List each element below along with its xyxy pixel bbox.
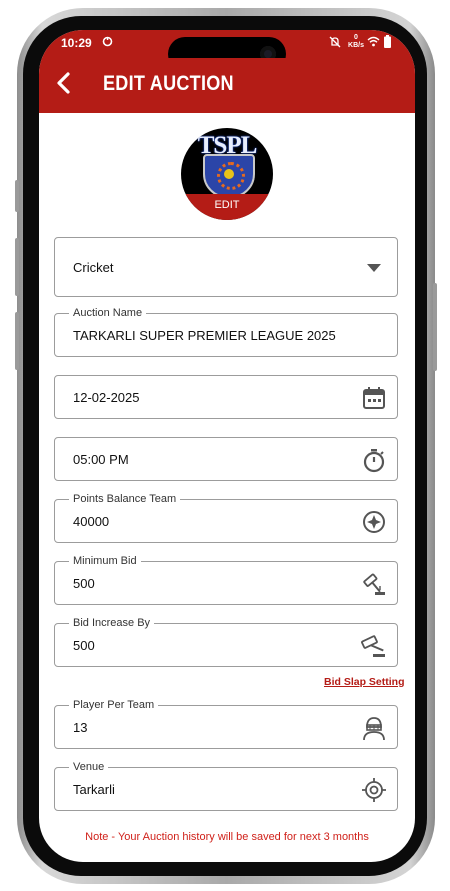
phone-volume-down	[15, 312, 19, 370]
auction-name-label: Auction Name	[69, 306, 147, 320]
auction-name-value: TARKARLI SUPER PREMIER LEAGUE 2025	[73, 328, 336, 343]
time-field[interactable]: 05:00 PM	[54, 437, 398, 481]
screen: 10:29 0 KB/s EDIT AUCTION TSPL EDIT Cric…	[39, 30, 415, 862]
logo-edit-button[interactable]: EDIT	[181, 194, 273, 220]
date-field[interactable]: 12-02-2025	[54, 375, 398, 419]
player-per-team-field[interactable]: Player Per Team 13	[54, 698, 398, 749]
wifi-icon	[367, 36, 380, 52]
player-helmet-icon	[361, 715, 387, 741]
date-value: 12-02-2025	[73, 390, 140, 405]
venue-field[interactable]: Venue Tarkarli	[54, 760, 398, 811]
status-bar: 10:29 0 KB/s	[39, 30, 415, 71]
bid-slap-setting-link[interactable]: Bid Slap Setting	[324, 676, 405, 688]
bid-increase-label: Bid Increase By	[69, 616, 155, 630]
sport-value: Cricket	[73, 260, 114, 275]
minimum-bid-field[interactable]: Minimum Bid 500	[54, 554, 398, 605]
battery-icon	[384, 35, 391, 53]
points-balance-value: 40000	[73, 514, 110, 529]
phone-volume-up	[15, 238, 19, 296]
sport-select[interactable]: Cricket	[54, 237, 398, 297]
phone-power-button	[433, 283, 437, 371]
mute-bell-icon	[329, 36, 341, 53]
gavel-icon	[361, 571, 387, 597]
venue-label: Venue	[69, 760, 109, 774]
app-bar: EDIT AUCTION	[39, 58, 415, 113]
logo-ball-icon	[224, 169, 234, 179]
bid-increase-field[interactable]: Bid Increase By 500	[54, 616, 398, 667]
points-balance-label: Points Balance Team	[69, 492, 181, 506]
phone-side-button	[15, 180, 19, 212]
auction-logo[interactable]: TSPL EDIT	[181, 128, 273, 220]
status-time: 10:29	[61, 36, 92, 50]
auction-name-field[interactable]: Auction Name TARKARLI SUPER PREMIER LEAG…	[54, 306, 398, 357]
logo-shield-icon	[203, 154, 255, 198]
player-per-team-value: 13	[73, 720, 88, 735]
data-speed-unit: KB/s	[348, 42, 364, 49]
minimum-bid-label: Minimum Bid	[69, 554, 141, 568]
page-title: EDIT AUCTION	[103, 72, 234, 95]
history-note: Note - Your Auction history will be save…	[85, 831, 369, 843]
gavel-icon	[361, 633, 387, 659]
location-target-icon[interactable]	[361, 777, 387, 803]
points-balance-field[interactable]: Points Balance Team 40000	[54, 492, 398, 543]
venue-value: Tarkarli	[73, 782, 115, 797]
compass-icon	[361, 509, 387, 535]
data-speed: 0 KB/s	[347, 34, 365, 50]
minimum-bid-value: 500	[73, 576, 95, 591]
player-per-team-label: Player Per Team	[69, 698, 159, 712]
bid-increase-value: 500	[73, 638, 95, 653]
stopwatch-icon[interactable]	[361, 447, 387, 473]
back-arrow-icon[interactable]	[53, 68, 77, 98]
data-speed-value: 0	[354, 34, 358, 41]
time-value: 05:00 PM	[73, 452, 129, 467]
sync-icon	[102, 36, 113, 52]
calendar-icon[interactable]	[361, 385, 387, 411]
dropdown-caret-icon	[361, 255, 387, 281]
